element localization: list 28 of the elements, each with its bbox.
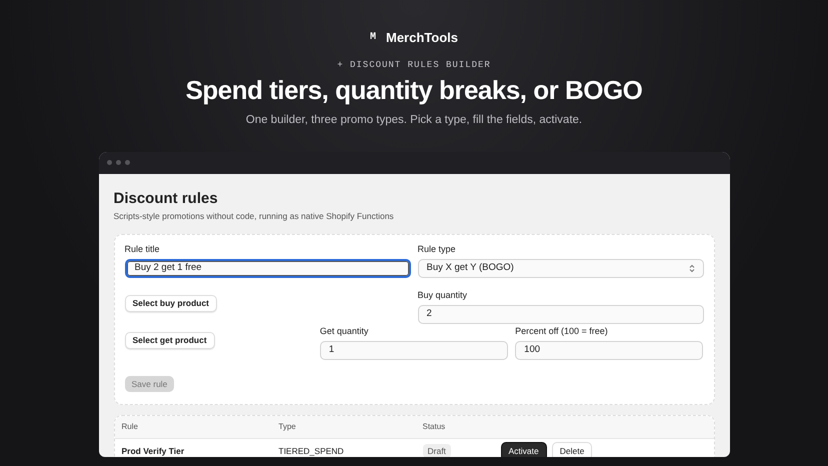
select-buy-product-button[interactable]: Select buy product [124,294,218,312]
delete-button[interactable]: Delete [552,442,592,457]
get-quantity-field[interactable]: 1 [320,340,508,360]
activate-button[interactable]: Activate [500,442,547,457]
field-label: Rule title [124,244,160,254]
select-get-product-button[interactable]: Select get product [124,332,215,349]
logo-mark: M [370,32,376,43]
field-label: Buy quantity [418,290,468,300]
column-header: Type [278,422,296,431]
buy-quantity-field[interactable]: 2 [418,304,704,324]
rule-type: TIERED_SPEND [278,446,344,456]
eyebrow-text: + DISCOUNT RULES BUILDER [336,60,492,70]
status-badge: Draft [422,444,451,457]
subtitle: One builder, three promo types. Pick a type, fill the fields, activate. [244,113,584,128]
rule-type-select[interactable]: Buy X get Y (BOGO) [418,258,704,278]
page-subtitle: Scripts-style promotions without code, running as native Shopify Functions [114,210,395,222]
field-label: Rule type [418,244,456,254]
headline: Spend tiers, quantity breaks, or BOGO [184,75,644,106]
percent-off-field[interactable]: 100 [515,340,704,360]
column-header: Status [422,422,446,431]
rule-name: Prod Verify Tier [122,446,184,456]
field-label: Percent off (100 = free) [515,326,608,336]
field-label: Get quantity [320,326,368,336]
column-header: Rule [122,422,138,431]
rule-title-field[interactable]: Buy 2 get 1 free [124,258,410,278]
chevron-icon [688,264,694,273]
brand-name: MerchTools [386,29,458,47]
page-title: Discount rules [114,190,219,208]
